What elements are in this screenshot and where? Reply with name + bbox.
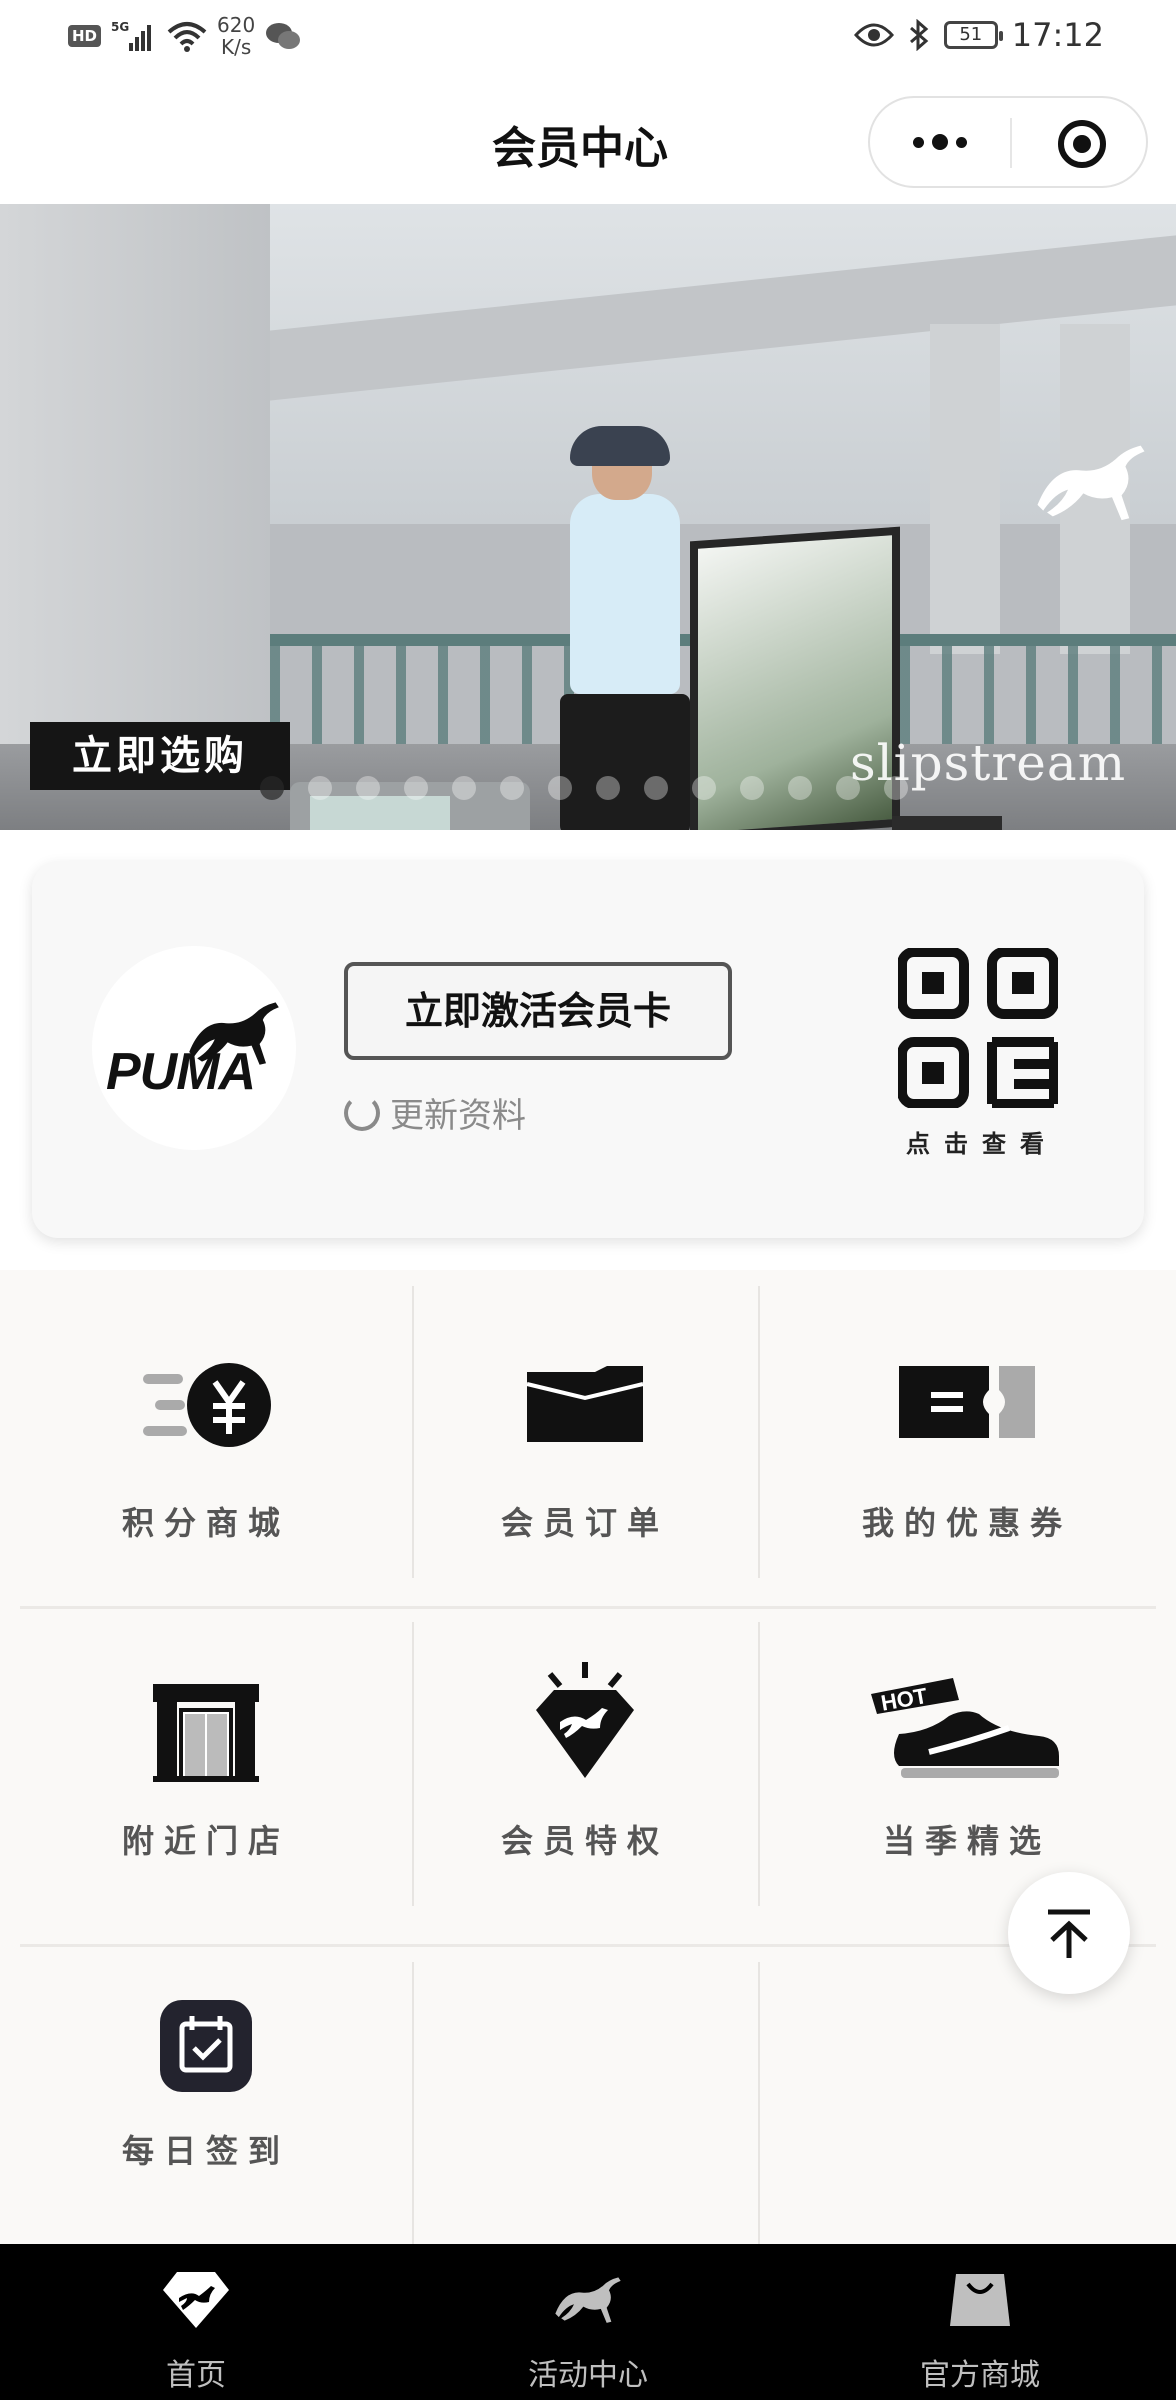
puma-cat-icon: [555, 2277, 621, 2323]
menu-item-empty: [412, 1946, 758, 2244]
hd-badge: HD: [68, 25, 102, 47]
battery-icon: 51: [943, 21, 1003, 49]
store-icon: [153, 1684, 259, 1782]
svg-text:HOT: HOT: [879, 1683, 930, 1716]
battery-level: 51: [959, 24, 983, 45]
arrow-up-icon: [1048, 1909, 1090, 1958]
carousel-dot[interactable]: [788, 776, 812, 800]
carousel-dot[interactable]: [260, 776, 284, 800]
signal-icon: 5G: [111, 20, 152, 51]
menu-item-nearby-stores[interactable]: 附近门店: [0, 1608, 412, 1944]
banner-model-shirt: [570, 494, 680, 694]
title-bar: 会员中心: [0, 74, 1176, 204]
menu-label: 会员订单: [500, 1504, 669, 1542]
tab-home[interactable]: 首页: [0, 2244, 392, 2400]
wifi-icon: [167, 22, 207, 52]
menu-label: 会员特权: [500, 1822, 669, 1860]
carousel-dot[interactable]: [452, 776, 476, 800]
carousel-dot[interactable]: [836, 776, 860, 800]
menu-item-privileges[interactable]: 会员特权: [412, 1608, 758, 1944]
menu-item-daily-checkin[interactable]: 每日签到: [0, 1946, 412, 2244]
carousel-dot[interactable]: [356, 776, 380, 800]
more-dot-icon: [932, 134, 948, 150]
status-bar: HD 5G 620 K/s 51 17:12: [0, 0, 1176, 74]
brand-logo-text: PUMA: [106, 1043, 256, 1101]
order-folder-icon: [526, 1366, 644, 1442]
menu-label: 积分商城: [121, 1504, 290, 1542]
carousel-dot[interactable]: [500, 776, 524, 800]
carousel-dot[interactable]: [404, 776, 428, 800]
carousel-dot[interactable]: [740, 776, 764, 800]
carousel-dot[interactable]: [692, 776, 716, 800]
banner-tv-screen: [310, 796, 450, 830]
net-speed-value: 620: [217, 13, 256, 37]
more-menu-button[interactable]: [870, 98, 1010, 186]
bottom-tab-bar: 首页 活动中心 官方商城: [0, 2244, 1176, 2400]
diamond-privilege-icon: [536, 1662, 634, 1778]
coupon-icon: [899, 1366, 1035, 1438]
shopping-bag-icon: [950, 2274, 1010, 2326]
svg-text:5G: 5G: [111, 20, 129, 34]
carousel-dot[interactable]: [884, 776, 908, 800]
refresh-icon: [344, 1094, 380, 1131]
menu-item-coupons[interactable]: 我的优惠券: [758, 1270, 1176, 1606]
member-menu-grid: 积分商城 会员订单 我的优惠券 附近门店 会员特权 HOT 当季精选 每日签到: [0, 1270, 1176, 2244]
banner-tv-small: [892, 816, 1002, 830]
eye-icon: [853, 23, 894, 47]
capsule-divider: [1010, 118, 1012, 168]
menu-label: 我的优惠券: [861, 1504, 1072, 1542]
tab-activities[interactable]: 活动中心: [392, 2244, 784, 2400]
status-right: 51 17:12: [853, 16, 1104, 54]
member-card: PUMA 立即激活会员卡 更新资料 点击查看: [32, 862, 1144, 1238]
more-dot-icon: [913, 136, 924, 148]
brand-logo: PUMA: [92, 946, 296, 1150]
net-speed: 620 K/s: [217, 14, 255, 58]
home-diamond-icon: [163, 2272, 229, 2328]
menu-item-points-mall[interactable]: 积分商城: [0, 1270, 412, 1606]
menu-label: 每日签到: [121, 2132, 290, 2170]
calendar-checkin-icon: [160, 2000, 252, 2092]
tab-label: 首页: [166, 2358, 226, 2393]
update-profile-link[interactable]: 更新资料: [344, 1088, 526, 1137]
close-miniprogram-button[interactable]: [1058, 120, 1106, 168]
back-to-top-button[interactable]: [1008, 1872, 1130, 1994]
status-left: HD 5G 620 K/s: [68, 14, 301, 58]
menu-item-orders[interactable]: 会员订单: [412, 1270, 758, 1606]
banner-pillar: [930, 324, 1000, 654]
bluetooth-icon: [909, 19, 929, 51]
more-dot-icon: [956, 136, 967, 148]
menu-label: 附近门店: [121, 1822, 290, 1860]
carousel-dot[interactable]: [644, 776, 668, 800]
member-card-section: PUMA 立即激活会员卡 更新资料 点击查看: [0, 830, 1176, 1270]
banner-model-shorts: [560, 694, 690, 830]
hero-banner[interactable]: slipstream 立即选购: [0, 204, 1176, 830]
tab-label: 官方商城: [920, 2358, 1040, 2393]
carousel-dot[interactable]: [308, 776, 332, 800]
menu-label: 当季精选: [882, 1822, 1051, 1860]
miniprogram-capsule: [868, 96, 1148, 188]
net-speed-unit: K/s: [220, 35, 252, 59]
update-profile-label: 更新资料: [390, 1096, 526, 1136]
carousel-dot[interactable]: [596, 776, 620, 800]
tab-official-store[interactable]: 官方商城: [784, 2244, 1176, 2400]
banner-model-hat: [570, 426, 670, 466]
qr-code-icon[interactable]: [898, 948, 1058, 1108]
carousel-dot[interactable]: [548, 776, 572, 800]
qr-view-label[interactable]: 点击查看: [882, 1124, 1082, 1159]
wechat-icon: [266, 23, 301, 49]
puma-logo-icon: [1037, 445, 1145, 521]
carousel-indicators: [260, 776, 908, 800]
hot-sneaker-icon: HOT: [871, 1678, 1059, 1778]
clock: 17:12: [1011, 16, 1104, 54]
tab-label: 活动中心: [528, 2358, 648, 2393]
activate-card-button[interactable]: 立即激活会员卡: [344, 962, 732, 1060]
shop-now-button[interactable]: 立即选购: [30, 722, 290, 790]
points-mall-icon: [143, 1363, 271, 1447]
